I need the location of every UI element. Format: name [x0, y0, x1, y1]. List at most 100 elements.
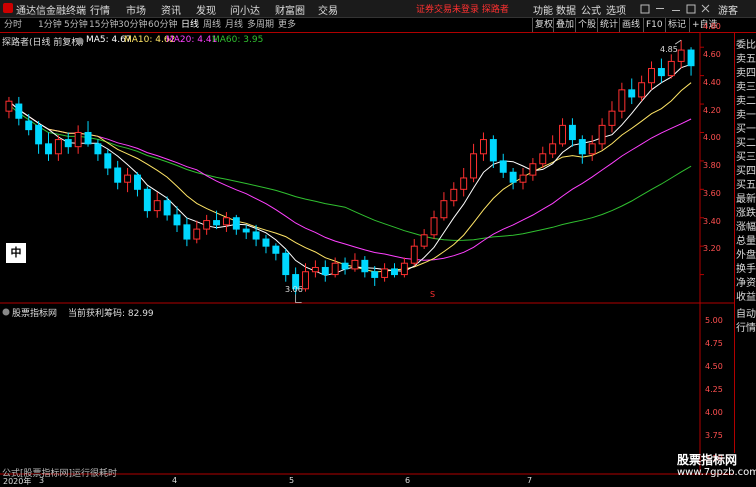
menu-wealth[interactable]: 财富圈 — [275, 2, 305, 17]
quote-button[interactable]: 行情 — [736, 319, 756, 334]
menu-options[interactable]: 选项 — [606, 2, 626, 17]
menu-trade[interactable]: 交易 — [318, 2, 338, 17]
stock-button[interactable]: 个股 — [575, 18, 596, 32]
menu-data[interactable]: 数据 — [556, 2, 576, 17]
menu-market[interactable]: 市场 — [126, 2, 146, 17]
skin-icon — [640, 4, 650, 14]
login-status[interactable]: 证券交易未登录 探路者 — [416, 2, 509, 15]
candle-body — [173, 214, 181, 226]
candle-body — [302, 271, 309, 290]
indicator-tick: 3.75 — [705, 431, 723, 440]
candle-body — [489, 139, 497, 162]
guest-label[interactable]: 游客 — [718, 2, 738, 17]
candle-body — [519, 174, 527, 183]
menu-news[interactable]: 资讯 — [161, 2, 181, 17]
f10-button[interactable]: F10 — [643, 18, 663, 32]
candle-body — [104, 153, 112, 169]
app-logo-icon — [3, 3, 13, 13]
position-marker[interactable]: 中 — [6, 243, 26, 263]
tf-60min[interactable]: 60分钟 — [148, 18, 177, 32]
candle-body — [479, 139, 487, 155]
adjust-button[interactable]: 复权 — [532, 18, 553, 32]
auto-button[interactable]: 自动 — [736, 305, 756, 320]
panel-item[interactable]: 换手 — [736, 260, 756, 275]
menu-quotes[interactable]: 行情 — [90, 2, 110, 17]
tf-30min[interactable]: 30分钟 — [118, 18, 147, 32]
price-tick: 4.20 — [703, 106, 721, 115]
panel-item[interactable]: 最新 — [736, 190, 756, 205]
candle-body — [657, 68, 665, 77]
kline-chart[interactable]: S — [0, 33, 734, 475]
ma10-line — [8, 82, 692, 273]
draw-button[interactable]: 画线 — [619, 18, 640, 32]
panel-item[interactable]: 买三 — [736, 148, 756, 163]
tf-5min[interactable]: 5分钟 — [64, 18, 88, 32]
high-label: 4.85 — [660, 45, 678, 54]
low-label: 3.06 — [285, 285, 303, 294]
ma60-path — [8, 104, 692, 241]
event-marker: S — [430, 290, 435, 299]
candle-body — [687, 49, 695, 67]
candle-body — [529, 163, 537, 176]
price-tick: 3.80 — [703, 161, 721, 170]
candle-body — [460, 177, 468, 190]
panel-item[interactable]: 总量 — [736, 232, 756, 247]
candle-body — [15, 103, 23, 119]
tf-15min[interactable]: 15分钟 — [89, 18, 118, 32]
panel-item[interactable]: 买二 — [736, 134, 756, 149]
panel-item[interactable]: 收益 — [736, 288, 756, 303]
mark-button[interactable]: 标记 — [665, 18, 686, 32]
tf-daily[interactable]: 日线 — [181, 18, 199, 32]
candle-body — [410, 245, 418, 264]
candle-body — [559, 124, 567, 145]
panel-item[interactable]: 买五 — [736, 176, 756, 191]
x-tick: 4 — [172, 476, 178, 485]
panel-item[interactable]: 委比 — [736, 36, 756, 51]
candle-body — [203, 220, 211, 230]
menu-functions[interactable]: 功能 — [533, 2, 553, 17]
panel-item[interactable]: 买一 — [736, 120, 756, 135]
panel-item[interactable]: 涨幅 — [736, 218, 756, 233]
tf-1min[interactable]: 1分钟 — [38, 18, 62, 32]
panel-item[interactable]: 卖一 — [736, 106, 756, 121]
candle-body — [213, 220, 221, 226]
ma5-line — [8, 63, 692, 276]
candle-body — [371, 271, 379, 278]
candle-body — [588, 143, 596, 155]
panel-item[interactable]: 买四 — [736, 162, 756, 177]
indicator-tick: 4.00 — [705, 408, 723, 417]
tf-multi[interactable]: 多周期 — [247, 18, 274, 32]
close-icon — [701, 4, 710, 13]
panel-item[interactable]: 外盘 — [736, 246, 756, 261]
tf-minute[interactable]: 分时 — [4, 18, 22, 32]
high-leader — [674, 39, 682, 45]
tf-monthly[interactable]: 月线 — [225, 18, 243, 32]
menu-discover[interactable]: 发现 — [196, 2, 216, 17]
panel-item[interactable]: 卖四 — [736, 64, 756, 79]
panel-item[interactable]: 卖三 — [736, 78, 756, 93]
menu-ask[interactable]: 问小达 — [230, 2, 260, 17]
panel-item[interactable]: 净资 — [736, 274, 756, 289]
indicator-metric: 当前获利筹码: 82.99 — [68, 309, 154, 319]
stats-button[interactable]: 统计 — [597, 18, 618, 32]
panel-item[interactable]: 涨跌 — [736, 204, 756, 219]
panel-item[interactable]: 卖二 — [736, 92, 756, 107]
candle-body — [430, 217, 438, 236]
tf-weekly[interactable]: 周线 — [203, 18, 221, 32]
candle-body — [64, 139, 72, 148]
collapse-icon[interactable] — [2, 308, 10, 316]
candle-body — [311, 266, 319, 273]
menu-formula[interactable]: 公式 — [581, 2, 601, 17]
candle-body — [391, 268, 398, 276]
tf-more[interactable]: 更多 — [278, 18, 296, 32]
panel-item[interactable]: 卖五 — [736, 50, 756, 65]
ma20-line — [8, 100, 692, 261]
candle-body — [667, 60, 675, 77]
candle-body — [5, 100, 13, 112]
username: 探路者 — [481, 5, 509, 15]
indicator-tick: 4.50 — [705, 362, 723, 371]
overlay-button[interactable]: 叠加 — [553, 18, 574, 32]
candle-body — [638, 82, 646, 98]
price-tick: 3.40 — [703, 217, 721, 226]
candle-body — [84, 131, 92, 145]
